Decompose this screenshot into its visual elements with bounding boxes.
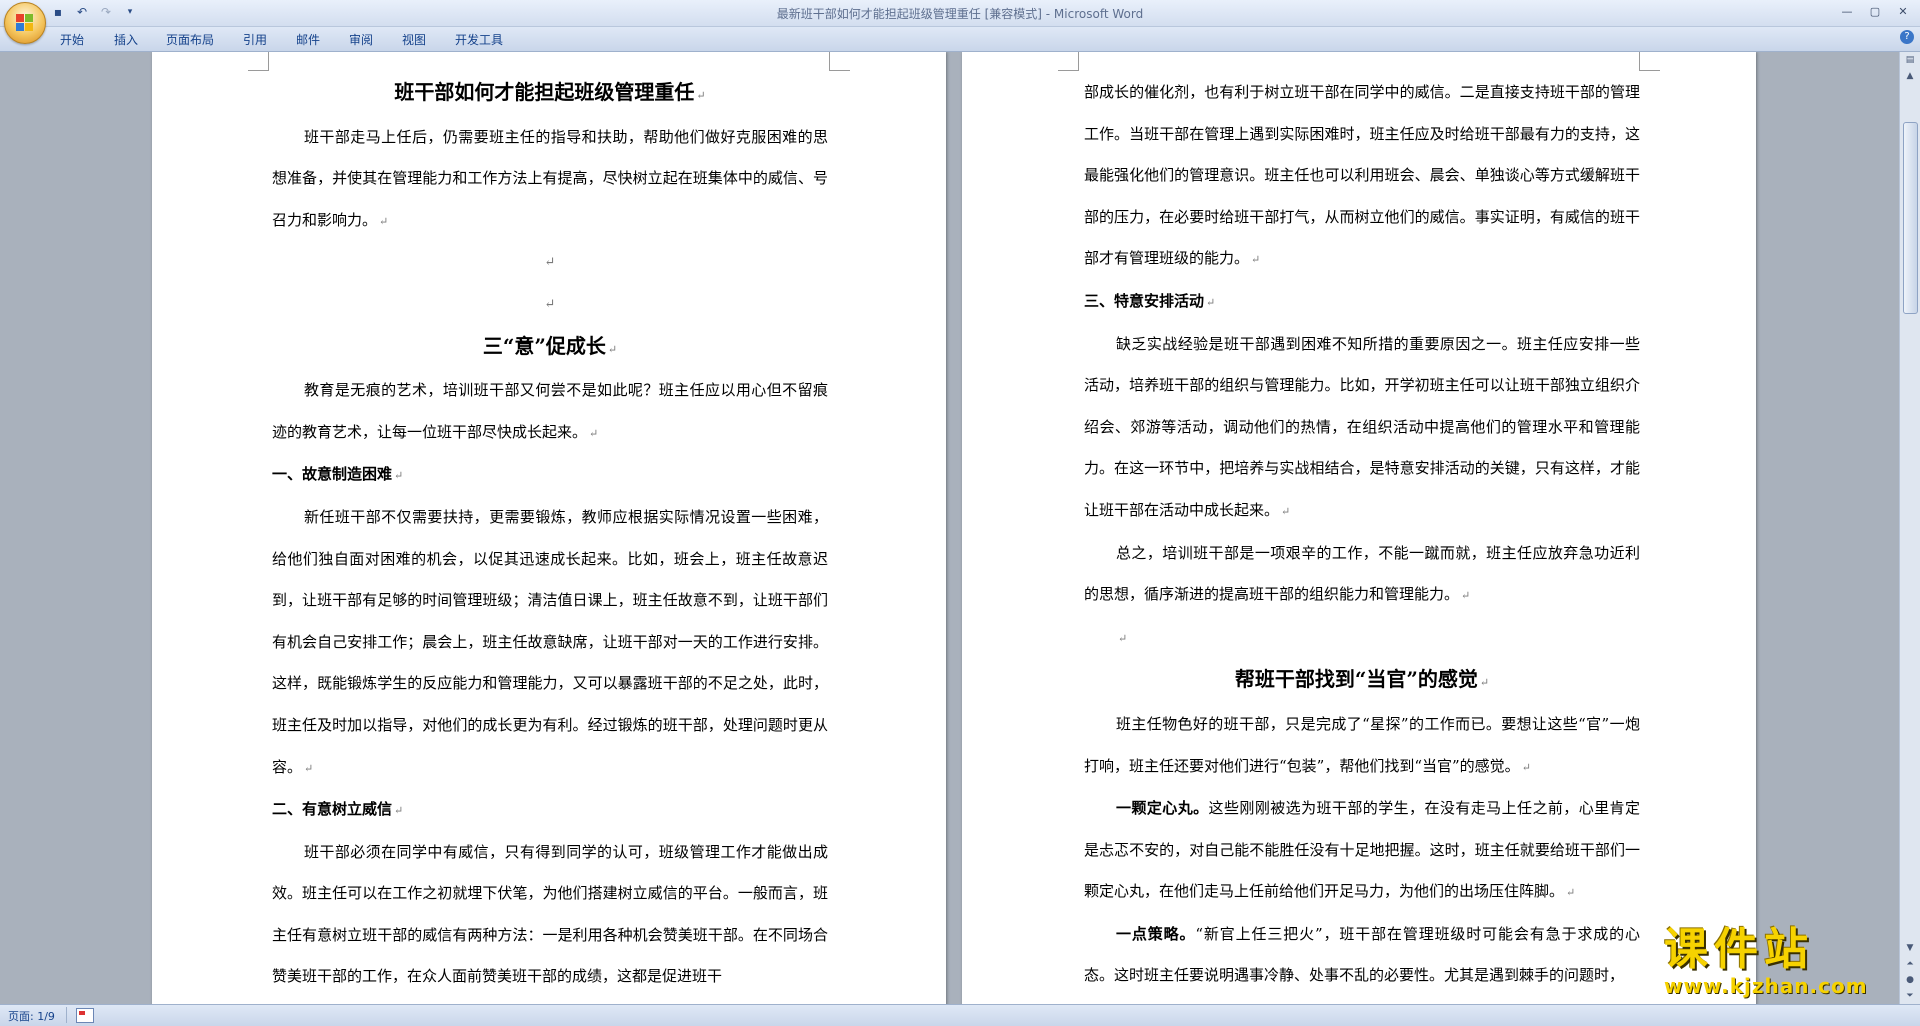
watermark-url: www.kjzhan.com: [1664, 974, 1868, 998]
page-count[interactable]: 页面: 1/9: [8, 1008, 55, 1024]
ribbon-tabs: 开始 插入 页面布局 引用 邮件 审阅 视图 开发工具 ?: [0, 27, 1920, 52]
vertical-scrollbar[interactable]: ▤ ▲ ▼ ⏶ ● ⏷: [1899, 52, 1920, 1004]
tab-home[interactable]: 开始: [60, 31, 84, 48]
empty-paragraph: ↵: [1118, 631, 1128, 645]
office-button[interactable]: [4, 2, 46, 44]
watermark-logo: 课件站 www.kjzhan.com: [1664, 926, 1904, 1004]
paragraph-6: 一颗定心丸。这些刚刚被选为班干部的学生，在没有走马上任之前，心里肯定是忐忑不安的…: [1084, 799, 1640, 901]
paragraph-continued: 部成长的催化剂，也有利于树立班干部在同学中的威信。二是直接支持班干部的管理工作。…: [1084, 83, 1640, 268]
intro-paragraph: 班干部走马上任后，仍需要班主任的指导和扶助，帮助他们做好克服困难的思想准备，并使…: [272, 127, 828, 229]
tab-page-layout[interactable]: 页面布局: [166, 31, 214, 48]
minimize-icon[interactable]: —: [1834, 2, 1860, 20]
paragraph-5: 班主任物色好的班干部，只是完成了“星探”的工作而已。要想让这些“官”一炮打响，班…: [1084, 714, 1640, 775]
tab-insert[interactable]: 插入: [114, 31, 138, 48]
tab-references[interactable]: 引用: [243, 31, 267, 48]
paragraph-2: 班干部必须在同学中有威信，只有得到同学的认可，班级管理工作才能做出成效。班主任可…: [272, 842, 828, 986]
page-left-content[interactable]: 班干部如何才能担起班级管理重任 ↵ 班干部走马上任后，仍需要班主任的指导和扶助，帮…: [272, 72, 828, 998]
page-right-content[interactable]: 部成长的催化剂，也有利于树立班干部在同学中的威信。二是直接支持班干部的管理工作。…: [1084, 72, 1640, 997]
maximize-icon[interactable]: ▢: [1862, 2, 1888, 20]
tab-review[interactable]: 审阅: [349, 31, 373, 48]
margin-corner-mark: [829, 52, 850, 71]
tab-view[interactable]: 视图: [402, 31, 426, 48]
section-intro-paragraph: 教育是无痕的艺术，培训班干部又何尝不是如此呢？班主任应以用心但不留痕迹的教育艺术…: [272, 381, 828, 441]
page-right: 部成长的催化剂，也有利于树立班干部在同学中的威信。二是直接支持班干部的管理工作。…: [962, 52, 1756, 1004]
paragraph-7: 一点策略。“新官上任三把火”，班干部在管理班级时可能会有急于求成的心态。这时班主…: [1084, 924, 1640, 985]
watermark-text: 课件站: [1664, 924, 1814, 975]
margin-corner-mark: [1639, 52, 1660, 71]
page-left: 班干部如何才能担起班级管理重任 ↵ 班干部走马上任后，仍需要班主任的指导和扶助，帮…: [152, 52, 946, 1004]
tab-developer[interactable]: 开发工具: [455, 31, 503, 48]
margin-corner-mark: [1058, 52, 1079, 71]
heading-3: 三、特意安排活动 ↵: [1084, 291, 1216, 310]
empty-paragraph: ↵: [544, 255, 556, 271]
office-logo-icon: [16, 14, 34, 32]
paragraph-4: 总之，培训班干部是一项艰辛的工作，不能一蹴而就，班主任应放弃急功近利的思想，循序…: [1084, 543, 1640, 604]
paragraph-3: 缺乏实战经验是班干部遇到困难不知所措的重要原因之一。班主任应安排一些活动，培养班…: [1084, 334, 1640, 519]
proofing-language-icon[interactable]: [76, 1008, 94, 1023]
scroll-thumb[interactable]: [1903, 122, 1918, 314]
close-icon[interactable]: ✕: [1890, 2, 1916, 20]
article-title-2: 帮班干部找到“当官”的感觉 ↵: [1234, 667, 1490, 692]
window-controls: — ▢ ✕: [1834, 2, 1916, 20]
ruler-toggle-icon[interactable]: ▤: [1900, 52, 1920, 68]
window-title: 最新班干部如何才能担起班级管理重任 [兼容模式] - Microsoft Wor…: [776, 7, 1144, 21]
paragraph-1: 新任班干部不仅需要扶持，更需要锻炼，教师应根据实际情况设置一些困难，给他们独自面…: [272, 507, 828, 776]
status-bar: 页面: 1/9: [0, 1004, 1920, 1026]
document-title: 班干部如何才能担起班级管理重任 ↵: [394, 80, 706, 104]
margin-corner-mark: [248, 52, 269, 71]
empty-paragraph: ↵: [544, 296, 556, 312]
help-icon[interactable]: ?: [1900, 30, 1914, 44]
scroll-up-icon[interactable]: ▲: [1900, 68, 1920, 84]
tab-mailings[interactable]: 邮件: [296, 31, 320, 48]
heading-2: 二、有意树立威信 ↵: [272, 800, 404, 819]
heading-1: 一、故意制造困难 ↵: [272, 465, 404, 484]
title-bar: ▪ ↶ ↷ ▾ 最新班干部如何才能担起班级管理重任 [兼容模式] - Micro…: [0, 0, 1920, 44]
section-title: 三“意”促成长 ↵: [482, 333, 618, 358]
document-area: 班干部如何才能担起班级管理重任 ↵ 班干部走马上任后，仍需要班主任的指导和扶助，帮…: [0, 52, 1900, 1004]
status-separator: [66, 1007, 67, 1023]
